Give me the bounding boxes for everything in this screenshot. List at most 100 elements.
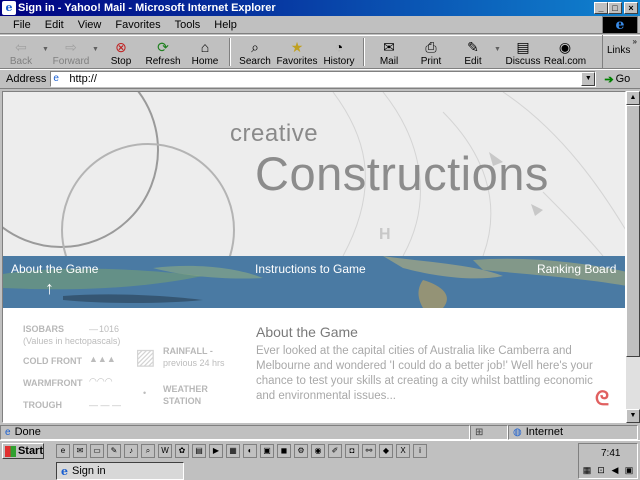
status-text-panel: e Done	[0, 424, 470, 440]
warm-front-symbol-icon: ◠◠◠	[89, 376, 113, 386]
acrobat-launch-icon[interactable]: ◘	[345, 444, 359, 458]
menu-file[interactable]: File	[6, 19, 38, 31]
volume-icon[interactable]: ◀	[609, 464, 621, 476]
winamp-launch-icon[interactable]: ▶	[209, 444, 223, 458]
back-arrow-icon: ⇦	[15, 39, 27, 55]
mail-button[interactable]: ✉ Mail	[368, 36, 410, 68]
brush-launch-icon[interactable]: ✐	[328, 444, 342, 458]
menu-help[interactable]: Help	[207, 19, 244, 31]
search-button[interactable]: ⌕ Search	[234, 36, 276, 68]
brand-small-text: creative	[230, 120, 319, 147]
legend-rainfall: RAINFALL -	[163, 346, 213, 356]
taskbar-ie-window[interactable]: e Sign in	[56, 462, 184, 480]
fire-launch-icon[interactable]: ◉	[311, 444, 325, 458]
history-button[interactable]: ◔ History	[318, 36, 360, 68]
paint-launch-icon[interactable]: ◐	[243, 444, 257, 458]
info-launch-icon[interactable]: i	[413, 444, 427, 458]
xl-launch-icon[interactable]: X	[396, 444, 410, 458]
throbber: e	[602, 16, 638, 34]
menu-tools[interactable]: Tools	[168, 19, 208, 31]
media-launch-icon[interactable]: ♪	[124, 444, 138, 458]
search-launch-icon[interactable]: ⌕	[141, 444, 155, 458]
edit-icon: ✎	[467, 39, 479, 55]
disk-launch-icon[interactable]: ◼	[277, 444, 291, 458]
clock[interactable]: 7:41	[601, 448, 620, 459]
stop-icon: ⊗	[115, 39, 127, 55]
taskbar: Start e ✉ ▭ ✎ ♪ ⌕ W ✿ ▤ ▶ ▦ ◐ ▣ ◼ ⚙ ◉ ✐ …	[0, 440, 640, 480]
system-tray: 7:41 ▦ ⊡ ◀ ▣	[578, 443, 638, 479]
tray-network-icon[interactable]: ⊡	[595, 464, 607, 476]
minimize-button[interactable]: _	[594, 2, 608, 14]
legend-isobars-line-icon: —	[89, 324, 98, 334]
grid-launch-icon[interactable]: ▦	[226, 444, 240, 458]
close-button[interactable]: ×	[624, 2, 638, 14]
vertical-scrollbar[interactable]: ▲ ▼	[626, 91, 640, 423]
scroll-thumb[interactable]	[626, 105, 640, 357]
legend-station: STATION	[163, 396, 202, 406]
forward-dropdown-icon[interactable]: ▼	[92, 36, 100, 68]
app-launch-icon[interactable]: ✿	[175, 444, 189, 458]
ie-launch-icon[interactable]: e	[56, 444, 70, 458]
print-button[interactable]: ⎙ Print	[410, 36, 452, 68]
favorites-button[interactable]: ★ Favorites	[276, 36, 318, 68]
address-dropdown-icon[interactable]: ▼	[581, 72, 596, 86]
back-dropdown-icon[interactable]: ▼	[42, 36, 50, 68]
nav-ranking-link[interactable]: Ranking Board	[537, 262, 616, 276]
start-button[interactable]: Start	[2, 443, 44, 459]
weather-legend: ISOBARS — 1016 (Values in hectopascals) …	[3, 308, 243, 422]
windows-flag-icon	[5, 445, 16, 457]
nav-about-link[interactable]: About the Game	[11, 262, 98, 276]
nav-instructions-link[interactable]: Instructions to Game	[255, 262, 366, 276]
back-button[interactable]: ⇦ Back	[0, 36, 42, 68]
discuss-button[interactable]: ▤ Discuss	[502, 36, 544, 68]
mail-icon: ✉	[383, 39, 395, 55]
legend-trough: TROUGH	[23, 400, 62, 410]
home-button[interactable]: ⌂ Home	[184, 36, 226, 68]
desktop-launch-icon[interactable]: ▭	[90, 444, 104, 458]
film-launch-icon[interactable]: ▣	[260, 444, 274, 458]
ie-window: e Sign in - Yahoo! Mail - Microsoft Inte…	[0, 0, 640, 480]
notepad-launch-icon[interactable]: ✎	[107, 444, 121, 458]
toolbar-separator	[363, 38, 365, 66]
address-input[interactable]: e http:// ▼	[50, 71, 597, 87]
legend-isobars-value: 1016	[99, 324, 120, 334]
menu-bar: File Edit View Favorites Tools Help	[0, 16, 640, 34]
red-app-launch-icon[interactable]: ◆	[379, 444, 393, 458]
real-com-button[interactable]: ◉ Real.com	[544, 36, 586, 68]
ie-icon: e	[2, 1, 16, 15]
menu-edit[interactable]: Edit	[38, 19, 71, 31]
network-icon: ⊞	[475, 426, 484, 438]
refresh-icon: ⟳	[157, 39, 169, 55]
word-launch-icon[interactable]: W	[158, 444, 172, 458]
status-bar: e Done ⊞ ◍ Internet	[0, 424, 640, 440]
scroll-down-icon[interactable]: ▼	[626, 409, 640, 423]
brand-title: Constructions	[255, 147, 549, 200]
go-button[interactable]: ➔ Go	[604, 73, 630, 86]
stop-button[interactable]: ⊗ Stop	[100, 36, 142, 68]
outlook-launch-icon[interactable]: ✉	[73, 444, 87, 458]
links-button[interactable]: » Links	[602, 35, 640, 69]
menu-view[interactable]: View	[71, 19, 109, 31]
tray-app-icon[interactable]: ▦	[581, 464, 593, 476]
menu-favorites[interactable]: Favorites	[108, 19, 167, 31]
real-com-icon: ◉	[558, 39, 572, 55]
legend-rainfall-note: previous 24 hrs	[163, 358, 225, 368]
refresh-button[interactable]: ⟳ Refresh	[142, 36, 184, 68]
tray-monitor-icon[interactable]: ▣	[623, 464, 635, 476]
up-arrow-icon: ↑	[45, 278, 54, 298]
legend-isobars: ISOBARS	[23, 324, 65, 334]
page-viewport: creative Constructions H About the Game …	[2, 91, 626, 423]
edit-button[interactable]: ✎ Edit	[452, 36, 494, 68]
cold-front-symbol-icon: ▲▲▲	[89, 354, 116, 364]
maximize-button[interactable]: □	[608, 2, 622, 14]
folder-launch-icon[interactable]: ▤	[192, 444, 206, 458]
page-done-icon: e	[5, 426, 11, 438]
edit-dropdown-icon[interactable]: ▼	[494, 36, 502, 68]
quick-launch: e ✉ ▭ ✎ ♪ ⌕ W ✿ ▤ ▶ ▦ ◐ ▣ ◼ ⚙ ◉ ✐ ◘ ⚯ ◆ …	[56, 444, 427, 458]
chevron-icon: »	[632, 37, 637, 46]
forward-button[interactable]: ⇨ Forward	[50, 36, 92, 68]
tool-launch-icon[interactable]: ⚙	[294, 444, 308, 458]
network-launch-icon[interactable]: ⚯	[362, 444, 376, 458]
scroll-up-icon[interactable]: ▲	[626, 91, 640, 105]
home-icon: ⌂	[200, 39, 210, 55]
